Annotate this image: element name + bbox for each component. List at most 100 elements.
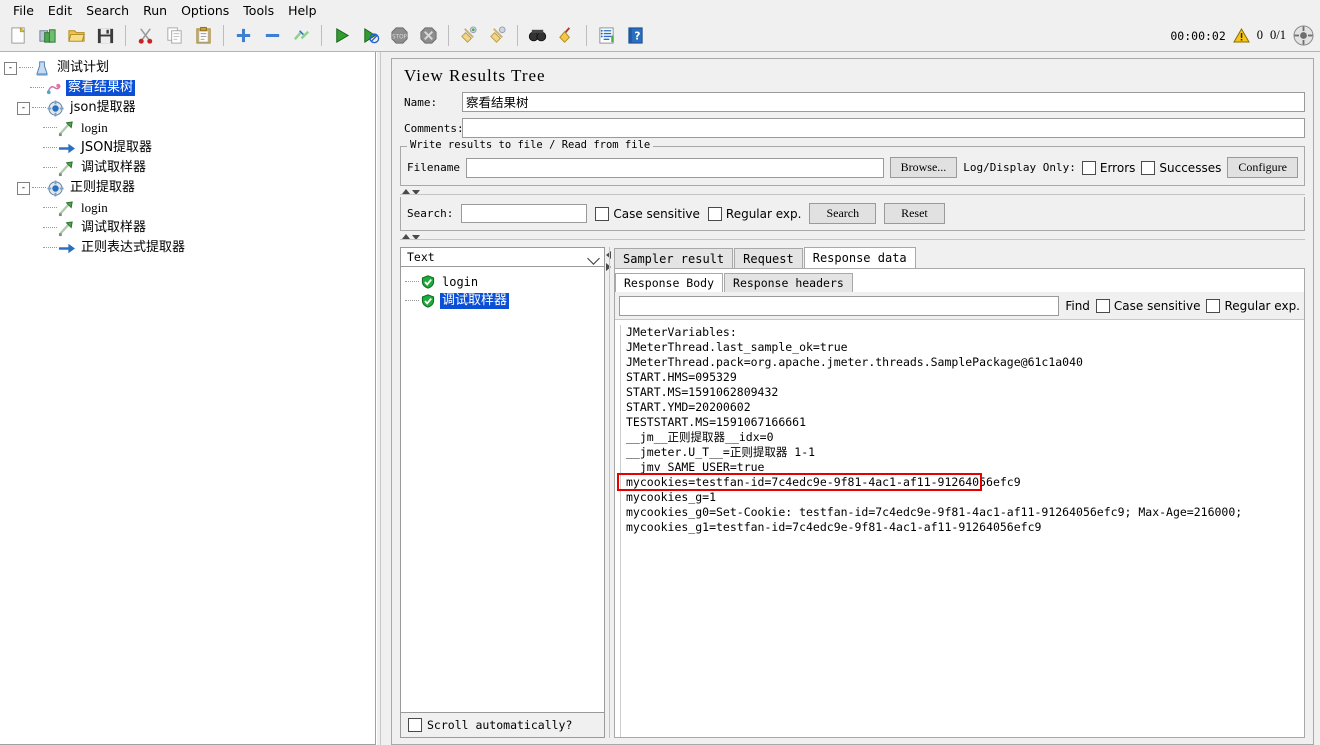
subtab-response-body[interactable]: Response Body xyxy=(615,273,724,292)
menu-item-tools[interactable]: Tools xyxy=(236,2,281,19)
vertical-splitter[interactable] xyxy=(376,52,385,745)
find-input[interactable] xyxy=(619,296,1060,316)
tree-toggle-0[interactable]: - xyxy=(4,61,17,75)
successes-checkbox-box[interactable] xyxy=(1141,160,1156,175)
splitter-up-arrow-icon[interactable] xyxy=(402,189,410,194)
scroll-automatically-box[interactable] xyxy=(408,718,422,732)
filename-input[interactable] xyxy=(465,157,884,178)
errors-checkbox-box[interactable] xyxy=(1081,160,1096,175)
tree-node-6[interactable]: - 正则提取器 xyxy=(4,178,375,198)
splitter-down-arrow-icon[interactable] xyxy=(412,190,420,195)
tree-node-label: json提取器 xyxy=(70,100,136,115)
tree-node-3[interactable]: login xyxy=(4,118,375,138)
collapse-all-icon[interactable] xyxy=(259,22,286,49)
configure-button[interactable]: Configure xyxy=(1227,157,1298,178)
stop-icon[interactable]: STOP xyxy=(386,22,413,49)
splitter2-up-arrow-icon[interactable] xyxy=(402,234,410,239)
search-label: Search: xyxy=(407,207,454,220)
list-item[interactable]: login xyxy=(405,272,604,291)
horizontal-splitter-top[interactable] xyxy=(400,189,1305,197)
toggle-icon[interactable] xyxy=(288,22,315,49)
tree-connector xyxy=(43,247,57,249)
tree-node-4[interactable]: JSON提取器 xyxy=(4,138,375,158)
menu-item-search[interactable]: Search xyxy=(79,2,136,19)
find-case-sensitive-checkbox[interactable]: Case sensitive xyxy=(1095,299,1200,313)
renderer-select[interactable]: Text xyxy=(400,247,605,267)
copy-icon[interactable] xyxy=(161,22,188,49)
errors-checkbox[interactable]: Errors xyxy=(1081,160,1135,175)
list-item[interactable]: 调试取样器 xyxy=(405,291,604,310)
menu-item-run[interactable]: Run xyxy=(136,2,174,19)
open-icon[interactable] xyxy=(63,22,90,49)
find-case-sensitive-box[interactable] xyxy=(1095,299,1110,313)
tree-node-2[interactable]: - json提取器 xyxy=(4,98,375,118)
start-icon[interactable] xyxy=(328,22,355,49)
menu-item-edit[interactable]: Edit xyxy=(41,2,79,19)
new-icon[interactable] xyxy=(5,22,32,49)
view-results-tree-panel: View Results Tree Name: 察看结果树 Comments: … xyxy=(391,58,1314,745)
search-regex-checkbox[interactable]: Regular exp. xyxy=(707,206,802,221)
tree-node-7[interactable]: login xyxy=(4,198,375,218)
response-body-text[interactable]: JMeterVariables: JMeterThread.last_sample… xyxy=(615,319,1304,737)
start-no-pauses-icon[interactable] xyxy=(357,22,384,49)
splitter-right-arrow-icon[interactable] xyxy=(606,263,611,271)
search-case-sensitive-box[interactable] xyxy=(595,206,610,221)
tree-node-1[interactable]: 察看结果树 xyxy=(4,78,375,98)
sampler-result-list[interactable]: login 调试取样器 xyxy=(400,267,605,713)
splitter2-down-arrow-icon[interactable] xyxy=(412,235,420,240)
tree-node-8[interactable]: 调试取样器 xyxy=(4,218,375,238)
search-regex-box[interactable] xyxy=(707,206,722,221)
response-line-6: TESTSTART.MS=1591067166661 xyxy=(626,415,807,429)
shutdown-icon[interactable] xyxy=(415,22,442,49)
expand-all-icon[interactable] xyxy=(230,22,257,49)
menu-item-options[interactable]: Options xyxy=(174,2,236,19)
tree-node-0[interactable]: - 测试计划 xyxy=(4,58,375,78)
tab-request[interactable]: Request xyxy=(734,248,803,269)
comments-input[interactable] xyxy=(462,118,1305,138)
paste-icon[interactable] xyxy=(190,22,217,49)
tree-node-9[interactable]: 正则表达式提取器 xyxy=(4,238,375,258)
search-regex-label: Regular exp. xyxy=(725,206,802,221)
connect-icon[interactable] xyxy=(1293,25,1314,46)
clear-icon[interactable] xyxy=(455,22,482,49)
search-reset-icon[interactable] xyxy=(553,22,580,49)
success-icon xyxy=(421,274,435,289)
response-body-lines: JMeterVariables: JMeterThread.last_sample… xyxy=(621,325,1304,737)
splitter-left-arrow-icon[interactable] xyxy=(606,251,611,259)
cut-icon[interactable] xyxy=(132,22,159,49)
help-icon[interactable]: ? xyxy=(622,22,649,49)
search-button[interactable]: Search xyxy=(809,203,877,224)
chevron-down-icon[interactable] xyxy=(587,252,600,265)
menu-item-file[interactable]: File xyxy=(6,2,41,19)
search-case-sensitive-checkbox[interactable]: Case sensitive xyxy=(595,206,700,221)
tree-node-5[interactable]: 调试取样器 xyxy=(4,158,375,178)
tree-toggle-2[interactable]: - xyxy=(17,101,30,115)
save-icon[interactable] xyxy=(92,22,119,49)
templates-icon[interactable] xyxy=(34,22,61,49)
horizontal-splitter-bottom[interactable] xyxy=(400,234,1305,242)
response-pane: Sampler result Request Response data Respo… xyxy=(614,247,1305,738)
search-input[interactable] xyxy=(461,204,588,223)
browse-button[interactable]: Browse... xyxy=(889,157,958,178)
scroll-automatically-checkbox[interactable]: Scroll automatically? xyxy=(400,713,605,738)
tree-node-label: JSON提取器 xyxy=(81,140,153,155)
subtab-response-headers[interactable]: Response headers xyxy=(724,273,853,292)
tab-response-data[interactable]: Response data xyxy=(803,247,916,269)
results-vertical-splitter[interactable] xyxy=(605,247,614,738)
test-plan-tree-pane[interactable]: - 测试计划 察看结果树 - json提取器 login JSON提取器 调试取样器 - 正则提取… xyxy=(0,52,376,745)
log-display-only-label: Log/Display Only: xyxy=(963,161,1076,174)
post-processor-icon xyxy=(58,140,75,157)
tree-toggle-6[interactable]: - xyxy=(17,181,30,195)
find-regex-checkbox[interactable]: Regular exp. xyxy=(1206,299,1300,313)
search-icon[interactable] xyxy=(524,22,551,49)
tab-sampler-result[interactable]: Sampler result xyxy=(614,248,734,269)
search-reset-button[interactable]: Reset xyxy=(884,203,945,224)
function-helper-icon[interactable] xyxy=(593,22,620,49)
successes-checkbox[interactable]: Successes xyxy=(1141,160,1221,175)
find-regex-box[interactable] xyxy=(1206,299,1221,313)
name-input[interactable]: 察看结果树 xyxy=(462,92,1305,112)
menu-item-help[interactable]: Help xyxy=(281,2,324,19)
main-split: - 测试计划 察看结果树 - json提取器 login JSON提取器 调试取样器 - 正则提取… xyxy=(0,52,1320,745)
response-line-4: START.MS=1591062809432 xyxy=(626,385,779,399)
clear-all-icon[interactable] xyxy=(484,22,511,49)
